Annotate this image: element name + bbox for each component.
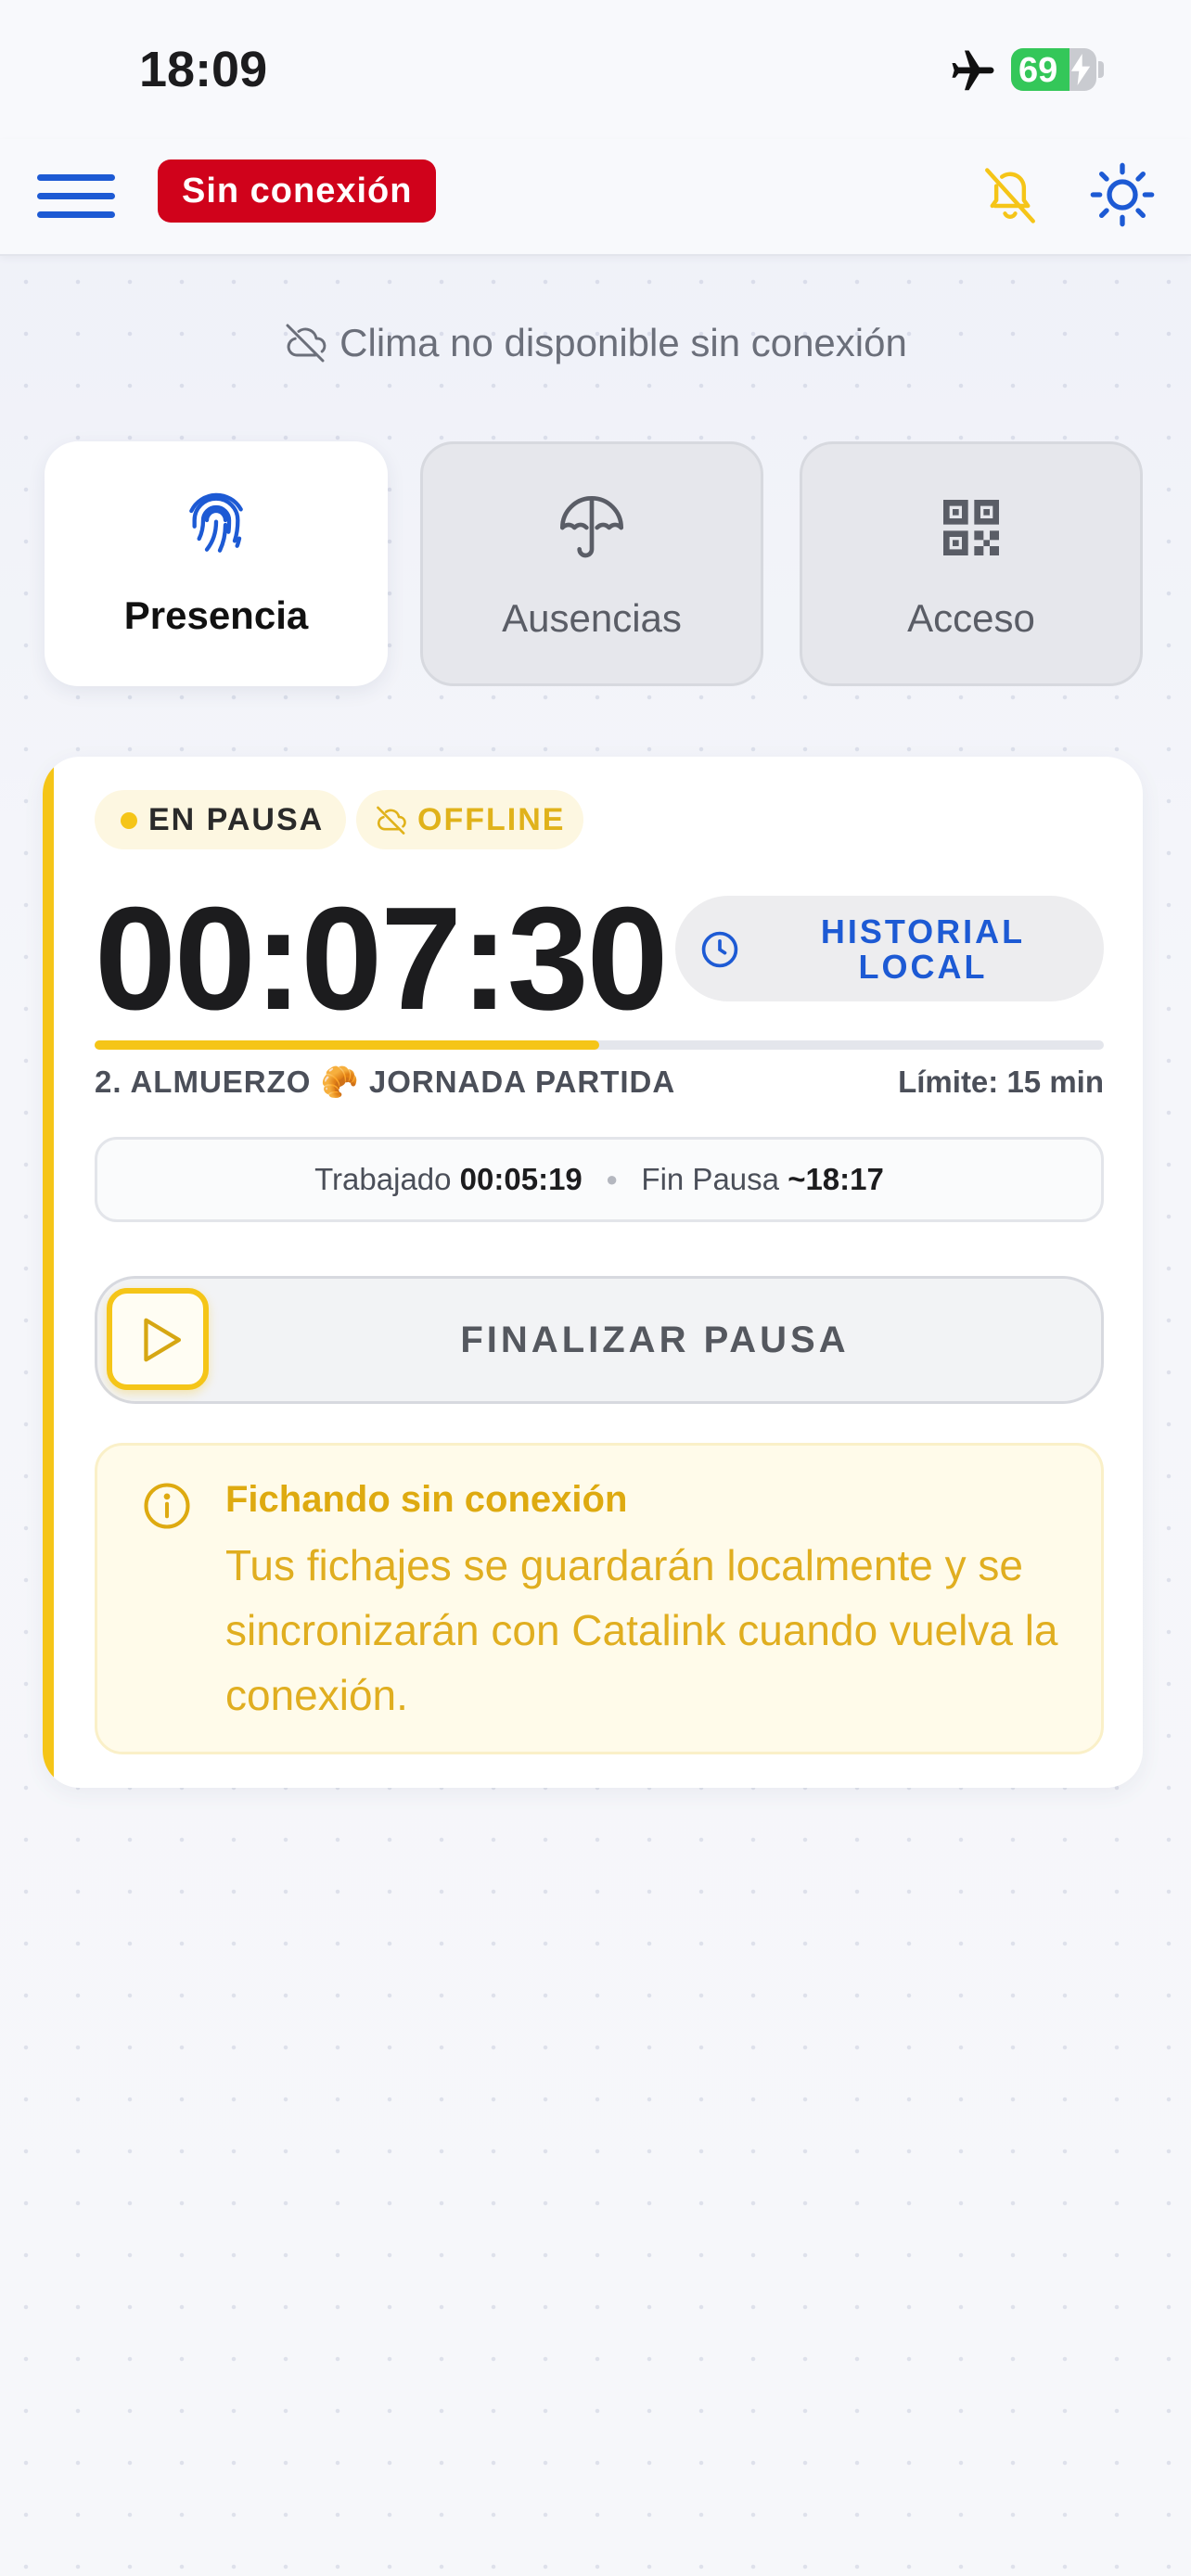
status-bar: 18:09 69 <box>0 0 1191 139</box>
app-header: Sin conexión <box>0 139 1191 256</box>
status-label: EN PAUSA <box>148 802 325 837</box>
notice-title: Fichando sin conexión <box>225 1479 628 1520</box>
cloud-off-icon <box>286 324 327 363</box>
battery-charging-icon <box>1070 54 1091 85</box>
tab-acceso[interactable]: Acceso <box>800 441 1143 686</box>
worked-label: Trabajado <box>314 1162 452 1196</box>
notice-body: Tus fichajes se guardarán localmente y s… <box>225 1541 1058 1719</box>
break-progress-fill <box>95 1040 599 1050</box>
separator-dot: ● <box>605 1167 619 1191</box>
tab-presencia[interactable]: Presencia <box>45 441 388 686</box>
menu-icon[interactable] <box>37 167 115 226</box>
offline-label: OFFLINE <box>417 802 566 837</box>
tab-label: Acceso <box>907 596 1035 640</box>
card-accent <box>43 757 54 1788</box>
history-label-line1: HISTORIAL <box>820 912 1026 950</box>
offline-notice: Fichando sin conexión Tus fichajes se gu… <box>95 1443 1104 1754</box>
battery-level: 69 <box>1018 51 1058 90</box>
tab-label: Ausencias <box>502 596 682 640</box>
fingerprint-icon <box>189 492 243 553</box>
cloud-off-icon <box>377 806 406 835</box>
umbrella-icon <box>560 496 623 558</box>
session-summary: Trabajado 00:05:19 ● Fin Pausa ~18:17 <box>95 1137 1104 1222</box>
info-icon <box>144 1483 190 1529</box>
status-dot <box>121 812 137 829</box>
end-label: Fin Pausa <box>641 1162 780 1196</box>
bell-off-icon[interactable] <box>980 161 1041 230</box>
sun-icon[interactable] <box>1085 158 1159 232</box>
weather-text: Clima no disponible sin conexión <box>339 321 907 364</box>
break-limit: Límite: 15 min <box>898 1065 1104 1099</box>
end-value: ~18:17 <box>788 1162 884 1196</box>
clock-icon <box>701 931 738 968</box>
session-card: EN PAUSA OFFLINE 00:07:30 HISTORIAL LOCA… <box>43 757 1143 1788</box>
connection-status-badge: Sin conexión <box>158 159 437 223</box>
worked-value: 00:05:19 <box>459 1162 583 1196</box>
battery-indicator: 69 <box>1011 48 1096 91</box>
play-button-icon-box <box>107 1288 209 1390</box>
offline-badge: OFFLINE <box>356 790 584 849</box>
break-progress <box>95 1040 1104 1050</box>
status-badge: EN PAUSA <box>95 790 347 849</box>
airplane-mode-icon <box>952 50 994 91</box>
local-history-button[interactable]: HISTORIAL LOCAL <box>675 896 1104 1001</box>
clock: 18:09 <box>139 42 268 97</box>
weather-status: Clima no disponible sin conexión <box>0 321 1191 366</box>
end-break-button[interactable]: FINALIZAR PAUSA <box>95 1276 1104 1404</box>
session-timer: 00:07:30 <box>95 877 668 1040</box>
qr-code-icon <box>943 500 999 555</box>
battery-cap <box>1098 61 1104 78</box>
tab-label: Presencia <box>123 593 309 637</box>
play-icon <box>144 1318 182 1362</box>
end-break-label: FINALIZAR PAUSA <box>460 1320 850 1360</box>
break-name: 2. ALMUERZO 🥐 JORNADA PARTIDA <box>95 1065 676 1099</box>
tab-ausencias[interactable]: Ausencias <box>420 441 763 686</box>
history-label-line2: LOCAL <box>858 948 988 986</box>
